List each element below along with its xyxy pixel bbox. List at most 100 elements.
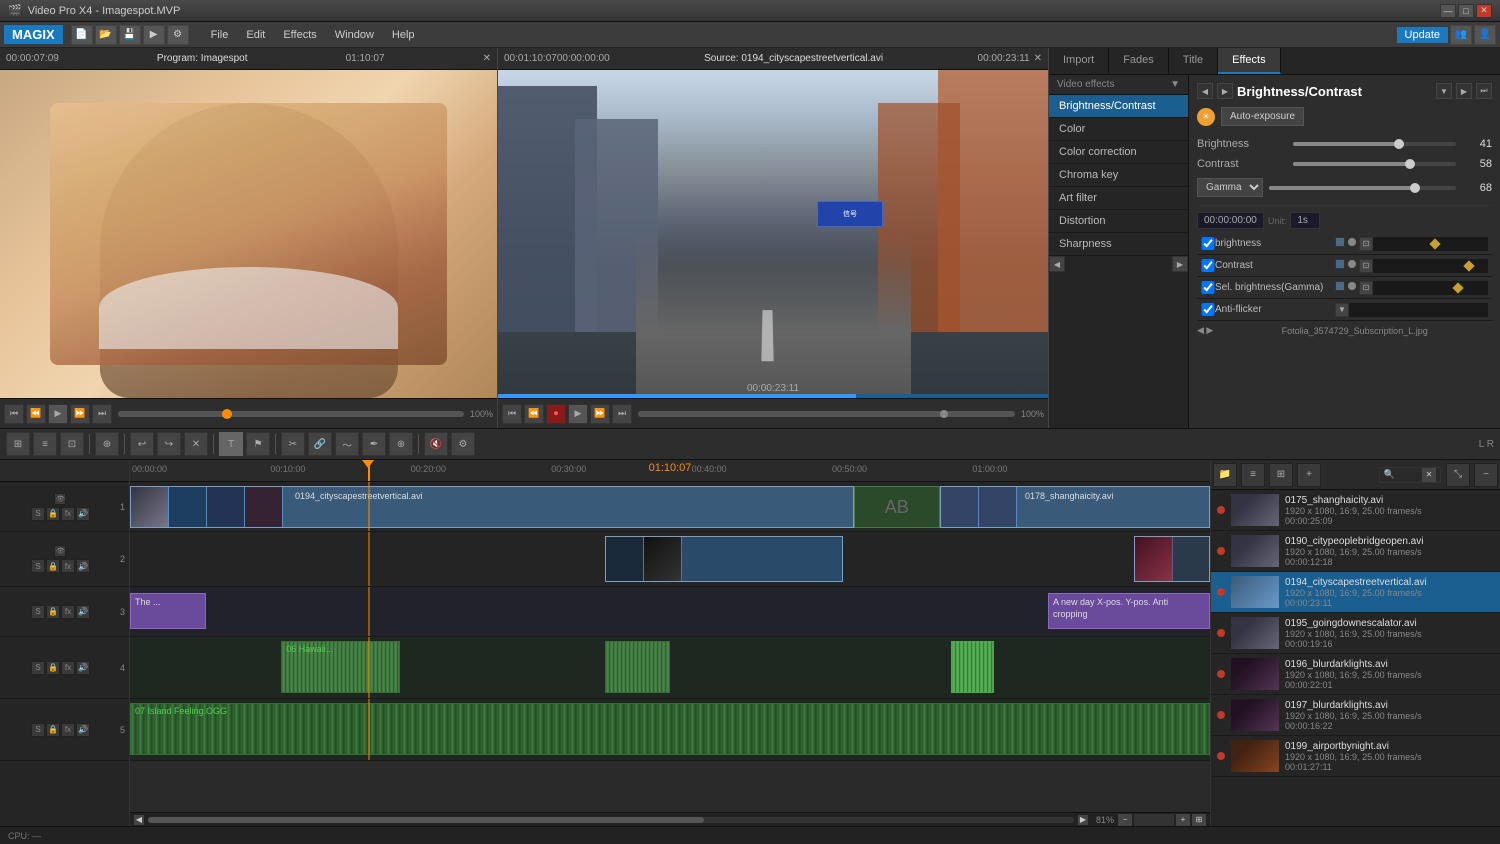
center-preview-close[interactable]: ✕ — [1034, 53, 1042, 64]
tab-import[interactable]: Import — [1049, 48, 1109, 74]
minimize-button[interactable]: — — [1440, 4, 1456, 18]
effects-dropdown-btn[interactable]: ▼ — [1436, 83, 1452, 99]
t1-fx-btn[interactable]: fx — [61, 507, 75, 521]
export-button[interactable]: ▶ — [143, 25, 165, 45]
t3-vol-btn[interactable]: 🔊 — [76, 605, 90, 619]
audio-clip-hawaii[interactable]: 06 Hawaii... — [281, 641, 400, 693]
effects-fwd-btn[interactable]: ▶ — [1217, 83, 1233, 99]
effects-back-btn[interactable]: ◀ — [1197, 83, 1213, 99]
paint-btn[interactable]: ✒ — [362, 432, 386, 456]
t2-lock-btn[interactable]: 🔒 — [46, 559, 60, 573]
menu-edit[interactable]: Edit — [238, 27, 273, 43]
media-item-0195[interactable]: 0195_goingdownescalator.avi 1920 x 1080,… — [1211, 613, 1500, 654]
effects-next-btn[interactable]: ⏭ — [1476, 83, 1492, 99]
prev-frame-btn[interactable]: ⏮ — [4, 404, 24, 424]
text-clip-anewday[interactable]: A new day X-pos. Y-pos. Anti cropping — [1048, 593, 1210, 629]
clip-cityscapev[interactable]: 0194_cityscapestreetvertical.avi — [130, 486, 854, 528]
save-button[interactable]: 💾 — [119, 25, 141, 45]
menu-window[interactable]: Window — [327, 27, 382, 43]
left-preview-close[interactable]: ✕ — [483, 53, 491, 64]
community-icon[interactable]: 👥 — [1450, 25, 1472, 45]
mute-btn[interactable]: 🔇 — [424, 432, 448, 456]
media-add-btn[interactable]: + — [1297, 463, 1321, 487]
media-item-0175[interactable]: 0175_shanghaicity.avi 1920 x 1080, 16:9,… — [1211, 490, 1500, 531]
effects-scroll-right[interactable]: ▶ — [1172, 256, 1188, 272]
clip-escalator[interactable] — [605, 536, 843, 582]
kf-bright-color-btn[interactable] — [1335, 237, 1345, 247]
kf-cont-color-btn[interactable] — [1335, 259, 1345, 269]
tab-fades[interactable]: Fades — [1109, 48, 1169, 74]
redo-btn[interactable]: ↪ — [157, 432, 181, 456]
text-clip-the[interactable]: The ... — [130, 593, 206, 629]
clip-fotolia[interactable]: AB — [854, 486, 940, 528]
kf-contrast-check[interactable] — [1201, 259, 1215, 272]
kf-cont-anim-btn[interactable]: ⊡ — [1359, 259, 1373, 273]
title-tool-btn[interactable]: T — [219, 432, 243, 456]
media-grid-btn[interactable]: ⊞ — [1269, 463, 1293, 487]
menu-help[interactable]: Help — [384, 27, 423, 43]
media-expand-btn[interactable]: ⤡ — [1446, 463, 1470, 487]
effects-item-color[interactable]: Color — [1049, 118, 1188, 141]
c-fast-fwd-btn[interactable]: ⏩ — [590, 404, 610, 424]
t2-fx-btn[interactable]: fx — [61, 559, 75, 573]
zoom-out-btn[interactable]: − — [1118, 814, 1132, 826]
effects-scroll-left[interactable]: ◀ — [1049, 256, 1065, 272]
kf-gamma-check[interactable] — [1201, 281, 1215, 294]
c-next-frame-btn[interactable]: ⏭ — [612, 404, 632, 424]
link-btn[interactable]: 🔗 — [308, 432, 332, 456]
media-item-0197[interactable]: 0197_blurdarklights.avi 1920 x 1080, 16:… — [1211, 695, 1500, 736]
c-rewind-btn[interactable]: ⏪ — [524, 404, 544, 424]
fullscreen-btn[interactable]: ⊞ — [1192, 814, 1206, 826]
effects-item-distortion[interactable]: Distortion — [1049, 210, 1188, 233]
multicam-btn[interactable]: ⊕ — [95, 432, 119, 456]
fx-btn[interactable]: ⊕ — [389, 432, 413, 456]
menu-file[interactable]: File — [203, 27, 237, 43]
play-pause-btn[interactable]: ▶ — [48, 404, 68, 424]
t5-vol-btn[interactable]: 🔊 — [76, 723, 90, 737]
cut-tool-btn[interactable]: ✂ — [281, 432, 305, 456]
effects-dropdown-icon[interactable]: ▼ — [1170, 79, 1180, 90]
scroll-right-btn[interactable]: ▶ — [1078, 815, 1088, 825]
storyboard-btn[interactable]: ⊡ — [60, 432, 84, 456]
tab-title[interactable]: Title — [1169, 48, 1218, 74]
audio-clip-green[interactable] — [951, 641, 994, 693]
c-prev-frame-btn[interactable]: ⏮ — [502, 404, 522, 424]
tab-effects[interactable]: Effects — [1218, 48, 1280, 74]
t3-fx-btn[interactable]: fx — [61, 605, 75, 619]
t1-vol-btn[interactable]: 🔊 — [76, 507, 90, 521]
auto-exposure-button[interactable]: Auto-exposure — [1221, 107, 1304, 126]
effects-item-color-correction[interactable]: Color correction — [1049, 141, 1188, 164]
t2-vol-btn[interactable]: 🔊 — [76, 559, 90, 573]
media-import-btn[interactable]: 📁 — [1213, 463, 1237, 487]
menu-effects[interactable]: Effects — [275, 27, 324, 43]
media-item-0190[interactable]: 0190_citypeoplebridgeopen.avi 1920 x 108… — [1211, 531, 1500, 572]
effects-item-chroma-key[interactable]: Chroma key — [1049, 164, 1188, 187]
t1-lock-btn[interactable]: 🔒 — [46, 507, 60, 521]
maximize-button[interactable]: □ — [1458, 4, 1474, 18]
zoom-in-btn[interactable]: + — [1176, 814, 1190, 826]
settings-icon-btn[interactable]: ⚙ — [167, 25, 189, 45]
update-button[interactable]: Update — [1397, 27, 1448, 43]
t2-s-btn[interactable]: S — [31, 559, 45, 573]
media-search-clear[interactable]: ✕ — [1422, 468, 1436, 482]
media-item-0199[interactable]: 0199_airportbynight.avi 1920 x 1080, 16:… — [1211, 736, 1500, 777]
t5-s-btn[interactable]: S — [31, 723, 45, 737]
rewind-btn[interactable]: ⏪ — [26, 404, 46, 424]
kf-cont-dot-btn[interactable] — [1347, 259, 1357, 269]
kf-bright-dot-btn[interactable] — [1347, 237, 1357, 247]
undo-btn[interactable]: ↩ — [130, 432, 154, 456]
effects-item-sharpness[interactable]: Sharpness — [1049, 233, 1188, 256]
gamma-select[interactable]: Gamma Linear — [1197, 178, 1263, 197]
gamma-slider[interactable] — [1269, 186, 1456, 190]
new-file-button[interactable]: 📄 — [71, 25, 93, 45]
t1-s-btn[interactable]: S — [31, 507, 45, 521]
kf-gamma-dot-btn[interactable] — [1347, 281, 1357, 291]
clip-airport-night[interactable] — [1134, 536, 1210, 582]
media-collapse-btn[interactable]: − — [1474, 463, 1498, 487]
t4-lock-btn[interactable]: 🔒 — [46, 661, 60, 675]
effects-item-art-filter[interactable]: Art filter — [1049, 187, 1188, 210]
open-button[interactable]: 📂 — [95, 25, 117, 45]
fast-fwd-btn[interactable]: ⏩ — [70, 404, 90, 424]
effects-play-btn[interactable]: ▶ — [1456, 83, 1472, 99]
media-list-btn[interactable]: ≡ — [1241, 463, 1265, 487]
